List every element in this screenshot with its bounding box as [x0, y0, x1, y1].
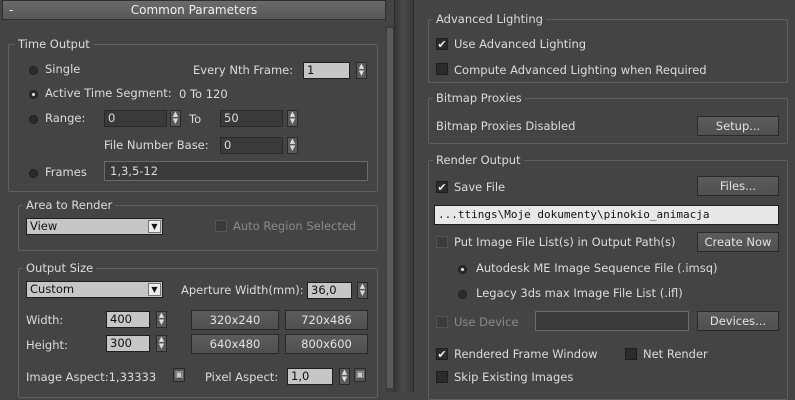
output-path-field[interactable]: ...ttings\Moje dokumenty\pinokio_animacj…	[434, 205, 779, 225]
net-render-label: Net Render	[643, 347, 708, 361]
rendered-frame-window-checkbox[interactable]: ✔	[436, 348, 448, 360]
dropdown-arrow-icon[interactable]: ▼	[148, 283, 161, 296]
auto-region-selected-checkbox[interactable]	[215, 220, 227, 232]
pixel-aspect-spinner[interactable]: ▲ ▼	[339, 368, 350, 385]
active-time-segment-label: Active Time Segment:	[45, 86, 172, 100]
autodesk-me-sequence-radio[interactable]	[458, 265, 467, 274]
height-input[interactable]: 300	[106, 335, 150, 352]
output-size-legend: Output Size	[23, 261, 97, 275]
preset-320x240-button[interactable]: 320x240	[191, 310, 279, 330]
rollout-title: Common Parameters	[130, 3, 258, 17]
common-parameters-rollout-header[interactable]: - Common Parameters	[2, 0, 386, 20]
height-spinner[interactable]: ▲ ▼	[156, 335, 167, 352]
image-aspect-label: Image Aspect:1,33333	[26, 370, 157, 384]
preset-640x480-button[interactable]: 640x480	[191, 334, 279, 354]
divider-grip[interactable]	[397, 0, 411, 392]
dropdown-arrow-icon[interactable]: ▼	[148, 220, 161, 233]
frames-label: Frames	[45, 165, 87, 179]
width-spinner[interactable]: ▲ ▼	[156, 311, 167, 328]
spinner-down-icon[interactable]: ▼	[358, 290, 367, 297]
devices-button[interactable]: Devices...	[697, 311, 779, 331]
range-from-spinner[interactable]: ▲ ▼	[170, 110, 181, 127]
aperture-width-spinner[interactable]: ▲ ▼	[357, 282, 368, 299]
every-nth-frame-spinner[interactable]: ▲ ▼	[356, 62, 367, 79]
spinner-down-icon[interactable]: ▼	[340, 376, 349, 383]
range-label: Range:	[45, 111, 86, 125]
height-label: Height:	[26, 338, 68, 352]
spinner-down-icon[interactable]: ▼	[357, 70, 366, 77]
auto-region-selected-label: Auto Region Selected	[233, 219, 357, 233]
every-nth-frame-label: Every Nth Frame:	[193, 63, 294, 77]
use-device-checkbox[interactable]	[436, 316, 448, 328]
common-parameters-panel: - Common Parameters Time Output Single E…	[0, 0, 394, 398]
save-file-label: Save File	[454, 180, 506, 194]
output-size-preset-value: Custom	[30, 282, 75, 296]
active-time-segment-radio[interactable]	[29, 90, 38, 99]
compute-advanced-lighting-label: Compute Advanced Lighting when Required	[454, 63, 707, 77]
range-radio[interactable]	[29, 115, 38, 124]
file-number-base-label: File Number Base:	[104, 138, 209, 152]
put-image-file-list-checkbox[interactable]	[436, 236, 448, 248]
area-to-render-legend: Area to Render	[23, 198, 116, 212]
range-from-input[interactable]: 0	[104, 110, 167, 127]
aperture-width-label: Aperture Width(mm):	[181, 283, 304, 297]
put-image-file-list-label: Put Image File List(s) in Output Path(s)	[454, 235, 676, 249]
render-options-panel: Advanced Lighting ✔ Use Advanced Lightin…	[414, 0, 795, 400]
files-button[interactable]: Files...	[697, 176, 779, 196]
area-to-render-value: View	[30, 219, 58, 233]
preset-720x486-button[interactable]: 720x486	[285, 310, 368, 330]
output-size-preset-dropdown[interactable]: Custom ▼	[26, 281, 163, 298]
legacy-ifl-label: Legacy 3ds max Image File List (.ifl)	[476, 286, 683, 300]
area-to-render-dropdown[interactable]: View ▼	[26, 218, 163, 235]
width-input[interactable]: 400	[106, 311, 150, 328]
rendered-frame-window-label: Rendered Frame Window	[454, 347, 598, 361]
bitmap-proxies-status: Bitmap Proxies Disabled	[436, 119, 576, 133]
spinner-down-icon[interactable]: ▼	[157, 319, 166, 326]
render-output-legend: Render Output	[433, 153, 524, 167]
bitmap-proxies-legend: Bitmap Proxies	[433, 91, 525, 105]
skip-existing-images-checkbox[interactable]	[436, 371, 448, 383]
pixel-aspect-lock-icon[interactable]: ▣	[354, 368, 366, 382]
file-number-base-spinner[interactable]: ▲ ▼	[287, 137, 298, 154]
active-time-segment-value: 0 To 120	[179, 87, 228, 101]
spinner-down-icon[interactable]: ▼	[288, 118, 297, 125]
legacy-ifl-radio[interactable]	[458, 290, 467, 299]
spinner-down-icon[interactable]: ▼	[288, 145, 297, 152]
spinner-down-icon[interactable]: ▼	[157, 343, 166, 350]
device-name-field[interactable]	[535, 311, 689, 331]
scrollbar-thumb[interactable]	[387, 28, 393, 388]
skip-existing-images-label: Skip Existing Images	[454, 370, 574, 384]
single-label: Single	[45, 62, 81, 76]
use-advanced-lighting-checkbox[interactable]: ✔	[436, 38, 448, 50]
panel-divider[interactable]	[394, 0, 414, 392]
compute-advanced-lighting-checkbox[interactable]	[436, 63, 448, 75]
left-panel-scrollbar[interactable]	[386, 26, 394, 392]
single-radio[interactable]	[29, 66, 38, 75]
file-number-base-input[interactable]: 0	[220, 137, 283, 154]
time-output-legend: Time Output	[15, 37, 93, 51]
width-label: Width:	[26, 313, 64, 327]
save-file-checkbox[interactable]: ✔	[436, 181, 448, 193]
range-to-label: To	[189, 112, 202, 126]
pixel-aspect-label: Pixel Aspect:	[205, 370, 279, 384]
render-output-group: Render Output	[428, 153, 788, 400]
every-nth-frame-input[interactable]: 1	[303, 62, 350, 79]
frames-input[interactable]: 1,3,5-12	[104, 161, 368, 181]
autodesk-me-sequence-label: Autodesk ME Image Sequence File (.imsq)	[476, 261, 718, 275]
aperture-width-input[interactable]: 36,0	[307, 282, 352, 299]
spinner-down-icon[interactable]: ▼	[171, 118, 180, 125]
range-to-input[interactable]: 50	[220, 110, 283, 127]
use-device-label: Use Device	[454, 315, 519, 329]
collapse-icon[interactable]: -	[9, 1, 13, 20]
bitmap-proxies-setup-button[interactable]: Setup...	[697, 116, 779, 136]
use-advanced-lighting-label: Use Advanced Lighting	[454, 37, 587, 51]
frames-radio[interactable]	[29, 169, 38, 178]
range-to-spinner[interactable]: ▲ ▼	[287, 110, 298, 127]
pixel-aspect-input[interactable]: 1,0	[287, 368, 333, 385]
create-now-button[interactable]: Create Now	[697, 232, 779, 252]
net-render-checkbox[interactable]	[625, 348, 637, 360]
advanced-lighting-legend: Advanced Lighting	[433, 12, 546, 26]
image-aspect-lock-icon[interactable]: ▣	[173, 368, 185, 382]
preset-800x600-button[interactable]: 800x600	[285, 334, 368, 354]
